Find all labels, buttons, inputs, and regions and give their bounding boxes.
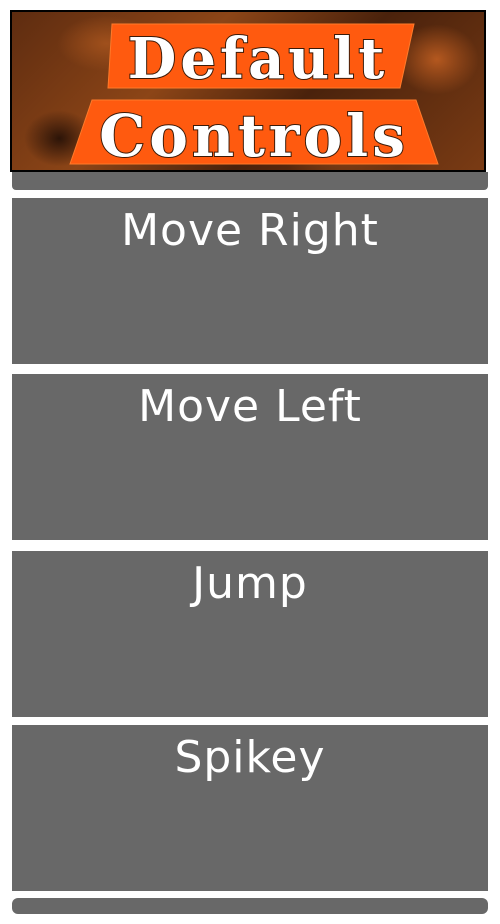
control-move-left-button[interactable]: Move Left — [12, 374, 488, 540]
header-title-line1: Default — [128, 26, 388, 92]
control-label: Move Left — [138, 381, 362, 432]
control-label: Jump — [192, 558, 308, 609]
control-move-right-button[interactable]: Move Right — [12, 198, 488, 364]
control-label: Spikey — [174, 732, 326, 783]
control-label: Move Right — [121, 205, 379, 256]
list-bottom-edge — [12, 898, 488, 914]
list-top-edge — [12, 172, 488, 190]
controls-header: Default Controls — [10, 10, 486, 172]
control-jump-button[interactable]: Jump — [12, 551, 488, 717]
header-banner: Default Controls — [69, 23, 439, 170]
control-spikey-button[interactable]: Spikey — [12, 725, 488, 891]
header-title-line2: Controls — [99, 102, 409, 170]
